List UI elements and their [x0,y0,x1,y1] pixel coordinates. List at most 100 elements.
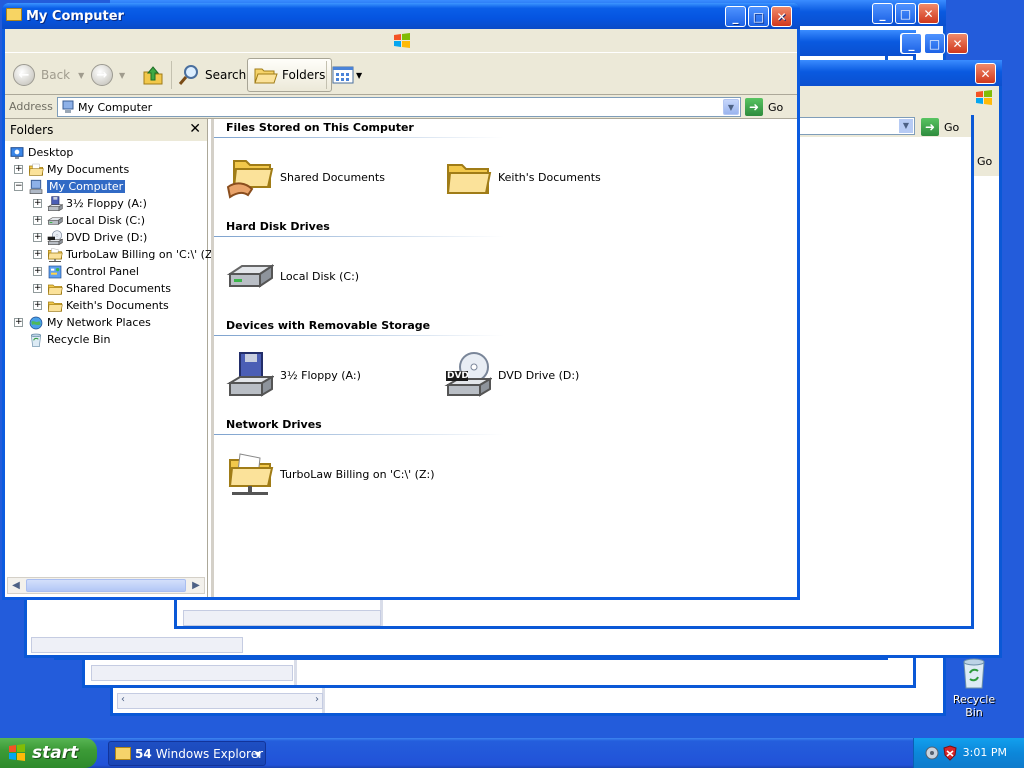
expand-icon[interactable]: + [33,233,42,242]
content-item[interactable]: TurboLaw Billing on 'C:\' (Z:) [226,450,435,498]
clock[interactable]: 3:01 PM [963,746,1007,759]
close-icon[interactable]: ✕ [189,121,201,137]
maximize-icon[interactable]: □ [895,3,916,24]
folders-button[interactable]: Folders [247,58,333,92]
network-places-icon [28,315,44,331]
tree-item[interactable]: + Control Panel [33,263,139,280]
tree-item[interactable]: − My Computer [14,178,126,195]
expand-icon[interactable]: + [33,250,42,259]
windows-logo-icon [393,33,411,49]
taskbar-button-windows-explorer[interactable]: 54 Windows Explorer ▼ [108,741,266,766]
recycle-bin-icon [28,332,44,348]
tree-item[interactable]: Recycle Bin [28,331,110,348]
menu-bar [5,29,797,53]
tree-item[interactable]: + DVD Drive (D:) [33,229,147,246]
expand-icon[interactable]: + [33,199,42,208]
background-horizontal-scrollbar[interactable] [91,665,293,681]
my-documents-icon [28,163,44,176]
maximize-icon[interactable]: □ [748,6,769,27]
expand-icon[interactable]: + [14,318,23,327]
content-item[interactable]: 3½ Floppy (A:) [226,351,361,399]
expand-icon[interactable]: + [33,301,42,310]
content-item[interactable]: DVD DVD Drive (D:) [444,351,579,399]
my-computer-icon [62,100,74,113]
background-horizontal-scrollbar[interactable]: ‹ › [117,693,323,709]
scroll-thumb[interactable] [26,579,186,592]
start-label: start [32,743,79,763]
network-drive-icon [226,450,274,498]
floppy-icon [226,352,276,397]
tree-item[interactable]: + My Documents [14,161,129,178]
tree-item[interactable]: + Shared Documents [33,280,171,297]
minimize-icon[interactable]: _ [872,3,893,24]
volume-icon[interactable] [924,745,940,761]
forward-dropdown-icon[interactable]: ▼ [119,71,125,80]
close-icon[interactable]: ✕ [771,6,792,27]
scroll-left-icon[interactable]: ◀ [8,578,24,593]
group-divider [214,137,504,138]
my-computer-window[interactable]: My Computer _ □ ✕ ← Back ▼ → ▼ Search Fo… [2,3,800,600]
minimize-icon[interactable]: _ [725,6,746,27]
views-button[interactable]: ▼ [332,58,362,92]
up-folder-button[interactable] [142,58,164,92]
back-button[interactable]: ← Back ▼ [13,58,84,92]
content-item[interactable]: Keith's Documents [444,153,601,201]
taskbar: start 54 Windows Explorer ▼ 3:01 PM [0,738,1024,768]
background-address-field[interactable]: ▼ [799,117,915,135]
close-icon[interactable]: ✕ [918,3,939,24]
desktop-recycle-bin-label: Recycle Bin [952,693,996,719]
background-horizontal-scrollbar[interactable] [31,637,243,653]
content-item[interactable]: Local Disk (C:) [226,252,359,300]
tree-item[interactable]: +3½ Floppy (A:) [33,195,147,212]
control-panel-icon [48,265,62,278]
tree-item-label: My Network Places [47,316,151,329]
expand-icon[interactable]: + [33,284,42,293]
folders-pane: Folders ✕ Desktop + My Documents − My Comput… [5,119,221,597]
minimize-icon[interactable]: _ [901,33,922,54]
tree-item[interactable]: + TurboLaw Billing on 'C:\' (Z:) [33,246,221,263]
tree-item[interactable]: Desktop [9,144,73,161]
security-shield-icon[interactable] [942,745,958,761]
search-button[interactable]: Search [177,58,246,92]
go-label: Go [768,100,784,114]
group-divider [214,335,504,336]
group-header: Hard Disk Drives [226,220,330,233]
chevron-down-icon[interactable]: ▼ [899,119,913,133]
expand-icon[interactable]: + [33,216,42,225]
system-tray: 3:01 PM [913,738,1024,768]
background-go-button[interactable]: ➜ Go [921,118,959,136]
folder-icon [444,153,492,201]
tree-item-label: Control Panel [66,265,139,278]
floppy-icon [226,351,276,399]
tree-item[interactable]: + Keith's Documents [33,297,169,314]
folders-pane-title: Folders [10,123,54,137]
chevron-down-icon[interactable]: ▼ [723,99,739,115]
dvd-drive-icon [47,229,64,246]
close-icon[interactable]: ✕ [975,63,996,84]
expand-icon[interactable]: + [33,267,42,276]
maximize-icon[interactable]: □ [924,33,945,54]
expand-icon[interactable]: + [14,165,23,174]
background-horizontal-scrollbar[interactable] [183,610,381,626]
desktop-recycle-bin[interactable]: Recycle Bin [944,656,1004,719]
start-button[interactable]: start [0,738,97,768]
back-arrow-icon: ← [13,64,35,86]
forward-button[interactable]: → ▼ [91,58,125,92]
scroll-right-icon[interactable]: ▶ [188,578,204,593]
go-button[interactable]: ➜ Go [745,98,783,116]
windows-logo-icon [975,90,993,106]
close-icon[interactable]: ✕ [947,33,968,54]
tree-item[interactable]: + Local Disk (C:) [33,212,145,229]
content-item[interactable]: Shared Documents [226,153,385,201]
taskbar-button-label: Windows Explorer [155,746,264,761]
tree-item-label: 3½ Floppy (A:) [66,197,147,210]
collapse-icon[interactable]: − [14,182,23,191]
back-dropdown-icon[interactable]: ▼ [78,71,84,80]
background-go-label[interactable]: Go [977,155,992,168]
tree-item[interactable]: + My Network Places [14,314,151,331]
address-value: My Computer [78,100,153,114]
window-titlebar[interactable]: My Computer _ □ ✕ [2,3,800,29]
folders-horizontal-scrollbar[interactable]: ◀ ▶ [7,577,205,594]
folders-label: Folders [282,68,326,82]
address-input[interactable]: My Computer ▼ [57,97,741,117]
